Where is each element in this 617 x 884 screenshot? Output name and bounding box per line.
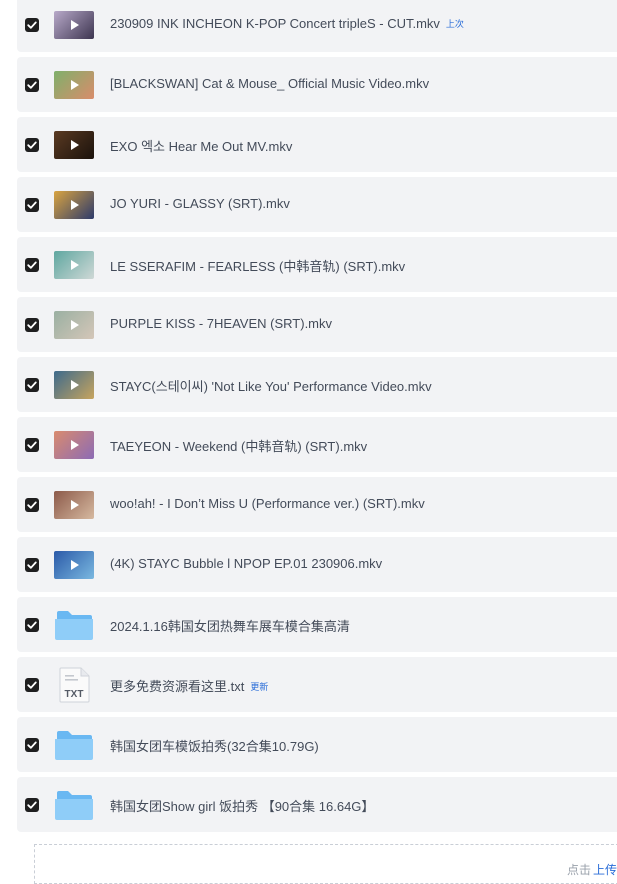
checkbox-checked[interactable] bbox=[25, 438, 39, 452]
file-row[interactable]: EXO 엑소 Hear Me Out MV.mkv bbox=[17, 117, 617, 172]
file-row[interactable]: TAEYEON - Weekend (中韩音轨) (SRT).mkv bbox=[17, 417, 617, 472]
play-icon bbox=[71, 200, 79, 210]
play-icon bbox=[71, 440, 79, 450]
video-thumbnail-icon bbox=[54, 191, 94, 219]
upload-link[interactable]: 上传 bbox=[593, 861, 617, 878]
file-row[interactable]: 230909 INK INCHEON K-POP Concert tripleS… bbox=[17, 0, 617, 52]
file-name[interactable]: JO YURI - GLASSY (SRT).mkv bbox=[110, 196, 290, 211]
checkbox-checked[interactable] bbox=[25, 138, 39, 152]
folder-icon bbox=[54, 788, 94, 822]
file-name[interactable]: 韩国女团Show girl 饭拍秀 【90合集 16.64G】 bbox=[110, 796, 374, 815]
file-row[interactable]: 韩国女团Show girl 饭拍秀 【90合集 16.64G】 bbox=[17, 777, 617, 832]
file-row[interactable]: (4K) STAYC Bubble l NPOP EP.01 230906.mk… bbox=[17, 537, 617, 592]
file-row[interactable]: [BLACKSWAN] Cat & Mouse_ Official Music … bbox=[17, 57, 617, 112]
file-name[interactable]: 230909 INK INCHEON K-POP Concert tripleS… bbox=[110, 16, 464, 31]
video-thumbnail-icon bbox=[54, 491, 94, 519]
checkbox-checked[interactable] bbox=[25, 558, 39, 572]
upload-hint: 点击 bbox=[566, 863, 591, 877]
checkbox-checked[interactable] bbox=[25, 378, 39, 392]
file-name[interactable]: LE SSERAFIM - FEARLESS (中韩音轨) (SRT).mkv bbox=[110, 256, 405, 275]
play-icon bbox=[71, 140, 79, 150]
checkbox-checked[interactable] bbox=[25, 18, 39, 32]
video-thumbnail-icon bbox=[54, 551, 94, 579]
file-name[interactable]: woo!ah! - I Don’t Miss U (Performance ve… bbox=[110, 496, 425, 511]
folder-icon bbox=[54, 728, 94, 762]
file-name[interactable]: [BLACKSWAN] Cat & Mouse_ Official Music … bbox=[110, 76, 429, 91]
checkbox-checked[interactable] bbox=[25, 198, 39, 212]
file-name[interactable]: STAYC(스테이씨) 'Not Like You' Performance V… bbox=[110, 376, 432, 395]
checkbox-checked[interactable] bbox=[25, 798, 39, 812]
file-name[interactable]: 更多免费资源看这里.txt 更新 bbox=[110, 676, 268, 695]
file-row[interactable]: STAYC(스테이씨) 'Not Like You' Performance V… bbox=[17, 357, 617, 412]
checkbox-checked[interactable] bbox=[25, 78, 39, 92]
file-tag-badge: 上次 bbox=[445, 19, 464, 29]
file-name[interactable]: PURPLE KISS - 7HEAVEN (SRT).mkv bbox=[110, 316, 332, 331]
checkbox-checked[interactable] bbox=[25, 318, 39, 332]
file-row[interactable]: TXT 更多免费资源看这里.txt 更新 bbox=[17, 657, 617, 712]
file-row[interactable]: 韩国女团车模饭拍秀(32合集10.79G) bbox=[17, 717, 617, 772]
video-thumbnail-icon bbox=[54, 371, 94, 399]
upload-dropzone[interactable]: 点击 上传 bbox=[34, 844, 617, 884]
checkbox-checked[interactable] bbox=[25, 498, 39, 512]
txt-icon-label: TXT bbox=[65, 689, 84, 700]
play-icon bbox=[71, 260, 79, 270]
video-thumbnail-icon bbox=[54, 131, 94, 159]
file-name[interactable]: (4K) STAYC Bubble l NPOP EP.01 230906.mk… bbox=[110, 556, 382, 571]
file-row[interactable]: PURPLE KISS - 7HEAVEN (SRT).mkv bbox=[17, 297, 617, 352]
txt-file-icon: TXT bbox=[56, 667, 92, 703]
play-icon bbox=[71, 80, 79, 90]
checkbox-checked[interactable] bbox=[25, 738, 39, 752]
file-tag-badge: 更新 bbox=[250, 682, 269, 692]
file-name[interactable]: EXO 엑소 Hear Me Out MV.mkv bbox=[110, 136, 292, 155]
checkbox-checked[interactable] bbox=[25, 678, 39, 692]
file-row[interactable]: LE SSERAFIM - FEARLESS (中韩音轨) (SRT).mkv bbox=[17, 237, 617, 292]
video-thumbnail-icon bbox=[54, 431, 94, 459]
play-icon bbox=[71, 560, 79, 570]
file-name[interactable]: TAEYEON - Weekend (中韩音轨) (SRT).mkv bbox=[110, 436, 367, 455]
file-row[interactable]: 2024.1.16韩国女团热舞车展车模合集高清 bbox=[17, 597, 617, 652]
file-row[interactable]: woo!ah! - I Don’t Miss U (Performance ve… bbox=[17, 477, 617, 532]
video-thumbnail-icon bbox=[54, 311, 94, 339]
play-icon bbox=[71, 20, 79, 30]
video-thumbnail-icon bbox=[54, 11, 94, 39]
file-list: 230909 INK INCHEON K-POP Concert tripleS… bbox=[17, 0, 617, 837]
folder-icon bbox=[54, 608, 94, 642]
file-row[interactable]: JO YURI - GLASSY (SRT).mkv bbox=[17, 177, 617, 232]
play-icon bbox=[71, 380, 79, 390]
play-icon bbox=[71, 320, 79, 330]
video-thumbnail-icon bbox=[54, 251, 94, 279]
play-icon bbox=[71, 500, 79, 510]
file-name[interactable]: 韩国女团车模饭拍秀(32合集10.79G) bbox=[110, 736, 319, 755]
checkbox-checked[interactable] bbox=[25, 618, 39, 632]
file-name[interactable]: 2024.1.16韩国女团热舞车展车模合集高清 bbox=[110, 616, 350, 635]
checkbox-checked[interactable] bbox=[25, 258, 39, 272]
video-thumbnail-icon bbox=[54, 71, 94, 99]
